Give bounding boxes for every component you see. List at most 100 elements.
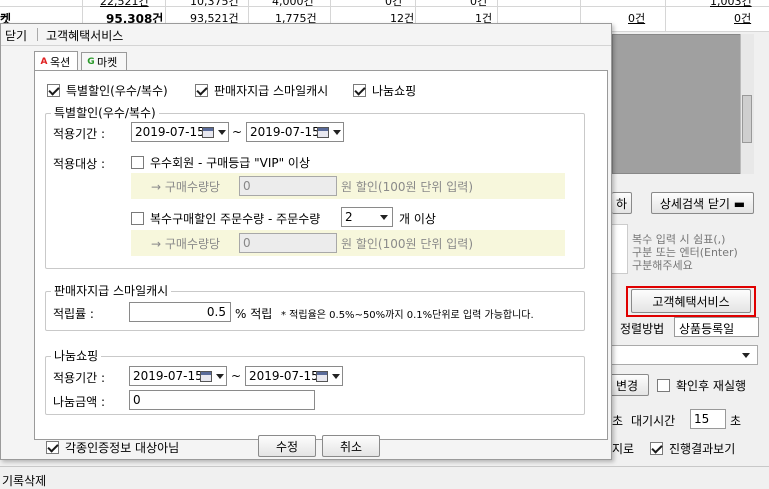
search-button-partial[interactable]: 하	[612, 192, 632, 214]
grid-cell: 4,000건	[272, 0, 314, 8]
share-date-to[interactable]: 2019-07-15	[245, 366, 343, 386]
rate-label: 적립률 :	[53, 307, 94, 321]
tab-label: 마켓	[97, 55, 118, 69]
rerun-checkbox-row[interactable]: 확인후 재실행	[657, 377, 746, 394]
vip-label: 우수회원 - 구매등급 "VIP" 이상	[150, 156, 311, 170]
period-label: 적용기간 :	[53, 371, 106, 385]
smile-cash-checkbox[interactable]	[195, 84, 208, 97]
amount-value: 0	[133, 393, 141, 407]
wide-select-partial[interactable]	[612, 345, 758, 365]
keyword-textarea-partial[interactable]	[612, 224, 628, 274]
multi-purchase-label: 복수구매할인 주문수량 - 주문수량	[150, 212, 321, 226]
tab-content: 특별할인(우수/복수) 판매자지급 스마일캐시 나눔쇼핑 특별할인(우수/복수)…	[34, 70, 608, 440]
button-label: 취소	[339, 439, 363, 454]
grid-cell-link[interactable]: 0건	[734, 10, 751, 26]
special-discount-checkbox[interactable]	[47, 84, 60, 97]
vip-discount-amount: 0	[239, 176, 337, 196]
chevron-down-icon[interactable]	[216, 374, 224, 379]
multi-qty-select[interactable]: 2	[341, 207, 393, 227]
button-label: 수정	[275, 439, 299, 454]
button-label: 상세검색 닫기 ▬	[659, 196, 746, 211]
smile-cash-title: 판매자지급 스마일캐시	[51, 282, 172, 299]
rerun-checkbox[interactable]	[657, 379, 670, 392]
dialog-close-link[interactable]: 닫기	[5, 27, 27, 44]
multi-suffix: 개 이상	[399, 212, 436, 226]
cert-option[interactable]: 각종인증정보 대상아님	[46, 439, 179, 456]
share-date-from[interactable]: 2019-07-15	[129, 366, 227, 386]
chevron-down-icon	[380, 215, 388, 220]
chevron-down-icon[interactable]	[332, 374, 340, 379]
chevron-down-icon[interactable]	[218, 130, 226, 135]
chevron-down-icon[interactable]	[333, 130, 341, 135]
special-date-from[interactable]: 2019-07-15	[131, 122, 229, 142]
divider	[0, 466, 769, 467]
grid-cell: 10,375건	[190, 0, 239, 8]
multi-purchase-option[interactable]: 복수구매할인 주문수량 - 주문수량	[131, 210, 320, 227]
cert-checkbox[interactable]	[46, 441, 59, 454]
tilde: ~	[231, 369, 242, 383]
customer-benefit-service-button[interactable]: 고객혜택서비스	[631, 289, 751, 313]
option-special-discount[interactable]: 특별할인(우수/복수)	[47, 82, 168, 99]
amount-value: 0	[243, 179, 251, 193]
cert-label: 각종인증정보 대상아님	[65, 441, 180, 455]
calendar-icon[interactable]	[316, 371, 328, 382]
auction-logo-icon: A	[40, 56, 48, 67]
button-label: 하	[615, 196, 628, 211]
delete-history-label[interactable]: 기록삭제	[2, 472, 46, 489]
tab-label: 옥션	[50, 55, 71, 69]
tilde: ~	[232, 125, 243, 139]
vip-checkbox[interactable]	[131, 156, 144, 169]
smile-rate-input[interactable]: 0.5	[129, 302, 231, 322]
won-hint: 원 할인(100원 단위 입력)	[341, 180, 474, 194]
tab-gmarket[interactable]: G 마켓	[81, 52, 127, 70]
share-shopping-checkbox[interactable]	[353, 84, 366, 97]
tab-auction[interactable]: A 옥션	[34, 51, 78, 71]
results-panel	[612, 34, 754, 174]
vip-amount-row: → 구매수량당 0 원 할인(100원 단위 입력)	[131, 173, 565, 199]
calendar-icon[interactable]	[317, 127, 329, 138]
option-label: 나눔쇼핑	[372, 84, 417, 98]
date-value: 2019-07-15	[249, 369, 319, 383]
customer-benefit-dialog: 닫기 고객혜택서비스 A 옥션 G 마켓 특별할인(우수/복수) 판매자지급 스…	[0, 23, 612, 460]
special-date-to[interactable]: 2019-07-15	[246, 122, 344, 142]
sort-select[interactable]: 상품등록일	[674, 317, 759, 337]
share-amount-input[interactable]: 0	[129, 390, 315, 410]
grid-cell: 0건	[470, 0, 488, 8]
edit-button[interactable]: 수정	[258, 435, 316, 457]
date-value: 2019-07-15	[135, 125, 205, 139]
date-value: 2019-07-15	[250, 125, 320, 139]
multi-purchase-checkbox[interactable]	[131, 212, 144, 225]
seconds-unit-label: 초	[730, 414, 742, 428]
rate-value: 0.5	[206, 305, 226, 319]
dialog-title: 고객혜택서비스	[46, 29, 124, 43]
wait-time-spinner[interactable]: 15	[690, 409, 726, 429]
special-discount-title: 특별할인(우수/복수)	[51, 104, 159, 121]
dialog-titlebar: 닫기 고객혜택서비스	[1, 24, 611, 46]
rate-unit: % 적립	[235, 307, 273, 321]
wait-time-label: 대기시간	[631, 414, 676, 428]
share-amount-label: 나눔금액 :	[53, 395, 106, 409]
vip-option[interactable]: 우수회원 - 구매등급 "VIP" 이상	[131, 154, 310, 171]
multi-discount-amount: 0	[239, 233, 337, 253]
close-detail-search-button[interactable]: 상세검색 닫기 ▬	[651, 192, 754, 214]
option-share-shopping[interactable]: 나눔쇼핑	[353, 82, 416, 99]
period-label: 적용기간 :	[53, 127, 106, 141]
option-label: 판매자지급 스마일캐시	[214, 84, 329, 98]
qty-value: 2	[345, 210, 353, 224]
option-smile-cash[interactable]: 판매자지급 스마일캐시	[195, 82, 328, 99]
show-progress-label: 진행결과보기	[669, 442, 736, 456]
rate-note: * 적립율은 0.5%~50%까지 0.1%단위로 입력 가능합니다.	[281, 310, 534, 321]
show-progress-row[interactable]: 진행결과보기	[650, 440, 735, 457]
cancel-button[interactable]: 취소	[322, 435, 380, 457]
gmarket-logo-icon: G	[87, 56, 95, 67]
show-progress-checkbox[interactable]	[650, 442, 663, 455]
grid-cell: 22,521건	[100, 0, 149, 8]
rerun-label: 확인후 재실행	[676, 379, 747, 393]
button-label: 변경	[615, 378, 639, 393]
scrollbar-thumb[interactable]	[742, 95, 752, 143]
grid-cell-link[interactable]: 0건	[628, 10, 645, 26]
calendar-icon[interactable]	[202, 127, 214, 138]
option-label: 특별할인(우수/복수)	[66, 84, 168, 98]
calendar-icon[interactable]	[200, 371, 212, 382]
amount-value: 0	[243, 236, 251, 250]
